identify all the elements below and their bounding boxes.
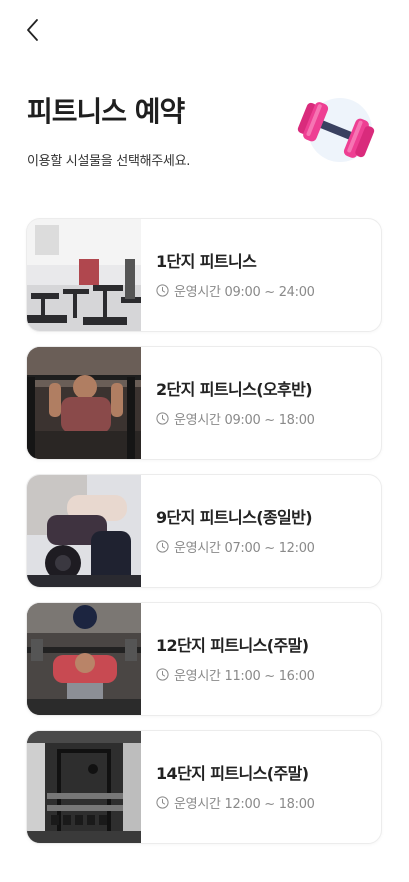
hours-text: 운영시간 07:00 ~ 12:00 [174, 540, 315, 556]
facility-card[interactable]: 14단지 피트니스(주말) 운영시간 12:00 ~ 18:00 [26, 730, 382, 844]
facility-name: 2단지 피트니스(오후반) [156, 379, 313, 399]
facility-card[interactable]: 12단지 피트니스(주말) 운영시간 11:00 ~ 16:00 [26, 602, 382, 716]
facility-card[interactable]: 2단지 피트니스(오후반) 운영시간 09:00 ~ 18:00 [26, 346, 382, 460]
facility-name: 9단지 피트니스(종일반) [156, 507, 313, 527]
facility-card[interactable]: 9단지 피트니스(종일반) 운영시간 07:00 ~ 12:00 [26, 474, 382, 588]
facility-photo [27, 347, 141, 459]
chevron-left-icon [27, 19, 38, 41]
operating-hours: 운영시간 07:00 ~ 12:00 [156, 537, 315, 556]
clock-icon [156, 539, 169, 553]
page-subtitle: 이용할 시설물을 선택해주세요. [27, 154, 191, 169]
facility-name: 1단지 피트니스 [156, 251, 257, 271]
hours-text: 운영시간 11:00 ~ 16:00 [174, 668, 315, 684]
back-button[interactable] [18, 16, 46, 44]
facility-name: 14단지 피트니스(주말) [156, 763, 309, 783]
facility-photo [27, 731, 141, 843]
dumbbell-icon [290, 96, 382, 166]
operating-hours: 운영시간 09:00 ~ 18:00 [156, 409, 315, 428]
clock-icon [156, 411, 169, 425]
facility-photo [27, 475, 141, 587]
facility-card[interactable]: 1단지 피트니스 운영시간 09:00 ~ 24:00 [26, 218, 382, 332]
facility-name: 12단지 피트니스(주말) [156, 635, 309, 655]
hours-text: 운영시간 09:00 ~ 18:00 [174, 412, 315, 428]
operating-hours: 운영시간 12:00 ~ 18:00 [156, 793, 315, 812]
hours-text: 운영시간 12:00 ~ 18:00 [174, 796, 315, 812]
page-title: 피트니스 예약 [27, 95, 185, 128]
fitness-reservation-screen: 피트니스 예약 이용할 시설물을 선택해주세요. 1단지 피트니스 운영시간 0… [0, 0, 409, 882]
operating-hours: 운영시간 09:00 ~ 24:00 [156, 281, 315, 300]
clock-icon [156, 795, 169, 809]
facility-list: 1단지 피트니스 운영시간 09:00 ~ 24:00 2단지 피트니스(오후반… [26, 218, 382, 858]
facility-photo [27, 219, 141, 331]
clock-icon [156, 283, 169, 297]
operating-hours: 운영시간 11:00 ~ 16:00 [156, 665, 315, 684]
clock-icon [156, 667, 169, 681]
facility-photo [27, 603, 141, 715]
hours-text: 운영시간 09:00 ~ 24:00 [174, 284, 315, 300]
